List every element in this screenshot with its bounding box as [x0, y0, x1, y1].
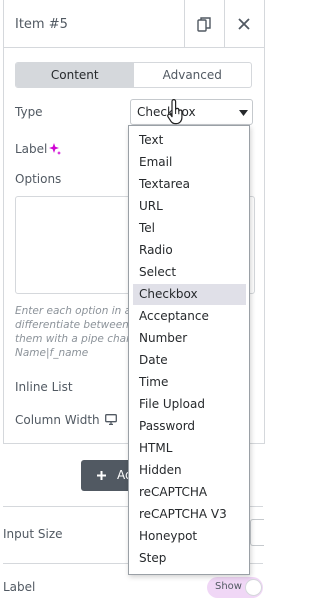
- dropdown-option-selected[interactable]: Checkbox: [133, 284, 246, 305]
- desktop-icon[interactable]: [105, 414, 117, 425]
- dropdown-option[interactable]: Tel: [133, 218, 246, 239]
- options-label: Options: [15, 172, 62, 186]
- toggle-knob: [245, 579, 262, 596]
- dropdown-option[interactable]: reCAPTCHA: [133, 482, 246, 503]
- duplicate-button[interactable]: [184, 0, 223, 48]
- dropdown-option[interactable]: Select: [133, 262, 246, 283]
- dropdown-option[interactable]: Email: [133, 152, 246, 173]
- content-advanced-tabs: Content Advanced: [15, 62, 252, 88]
- dropdown-option[interactable]: HTML: [133, 438, 246, 459]
- dropdown-option[interactable]: URL: [133, 196, 246, 217]
- dropdown-option[interactable]: Number: [133, 328, 246, 349]
- input-size-select[interactable]: [250, 519, 264, 546]
- label-toggle-label: Label: [3, 580, 36, 594]
- dropdown-option[interactable]: Time: [133, 372, 246, 393]
- item-title: Item #5: [15, 17, 68, 32]
- close-icon: [238, 18, 250, 30]
- item-header: Item #5: [4, 0, 264, 48]
- input-size-label: Input Size: [3, 527, 63, 541]
- dropdown-option[interactable]: Date: [133, 350, 246, 371]
- inline-list-label: Inline List: [15, 380, 73, 394]
- dropdown-option[interactable]: Step: [133, 548, 246, 569]
- type-dropdown-list: Text Email Textarea URL Tel Radio Select…: [128, 125, 250, 575]
- remove-button[interactable]: [224, 0, 263, 48]
- column-width-label: Column Width: [15, 413, 100, 427]
- toggle-text: Show: [215, 581, 242, 592]
- dropdown-option[interactable]: Password: [133, 416, 246, 437]
- dropdown-option[interactable]: Honeypot: [133, 526, 246, 547]
- duplicate-icon: [197, 16, 211, 32]
- type-select[interactable]: Checkbox: [130, 99, 253, 125]
- label-show-toggle[interactable]: Show: [207, 577, 263, 598]
- plus-icon: [97, 471, 106, 480]
- dropdown-option[interactable]: Textarea: [133, 174, 246, 195]
- chevron-down-icon: [239, 110, 248, 116]
- type-label: Type: [15, 105, 43, 119]
- dropdown-option[interactable]: reCAPTCHA V3: [133, 504, 246, 525]
- dropdown-option[interactable]: File Upload: [133, 394, 246, 415]
- dropdown-option[interactable]: Text: [133, 130, 246, 151]
- tab-advanced[interactable]: Advanced: [134, 63, 252, 87]
- label-label: Label: [15, 142, 48, 156]
- dropdown-option[interactable]: Acceptance: [133, 306, 246, 327]
- tab-content[interactable]: Content: [16, 63, 134, 87]
- ai-sparkle-icon[interactable]: [49, 143, 61, 155]
- dropdown-option[interactable]: Hidden: [133, 460, 246, 481]
- hand-pointer-cursor-icon: [167, 99, 183, 125]
- dropdown-option[interactable]: Radio: [133, 240, 246, 261]
